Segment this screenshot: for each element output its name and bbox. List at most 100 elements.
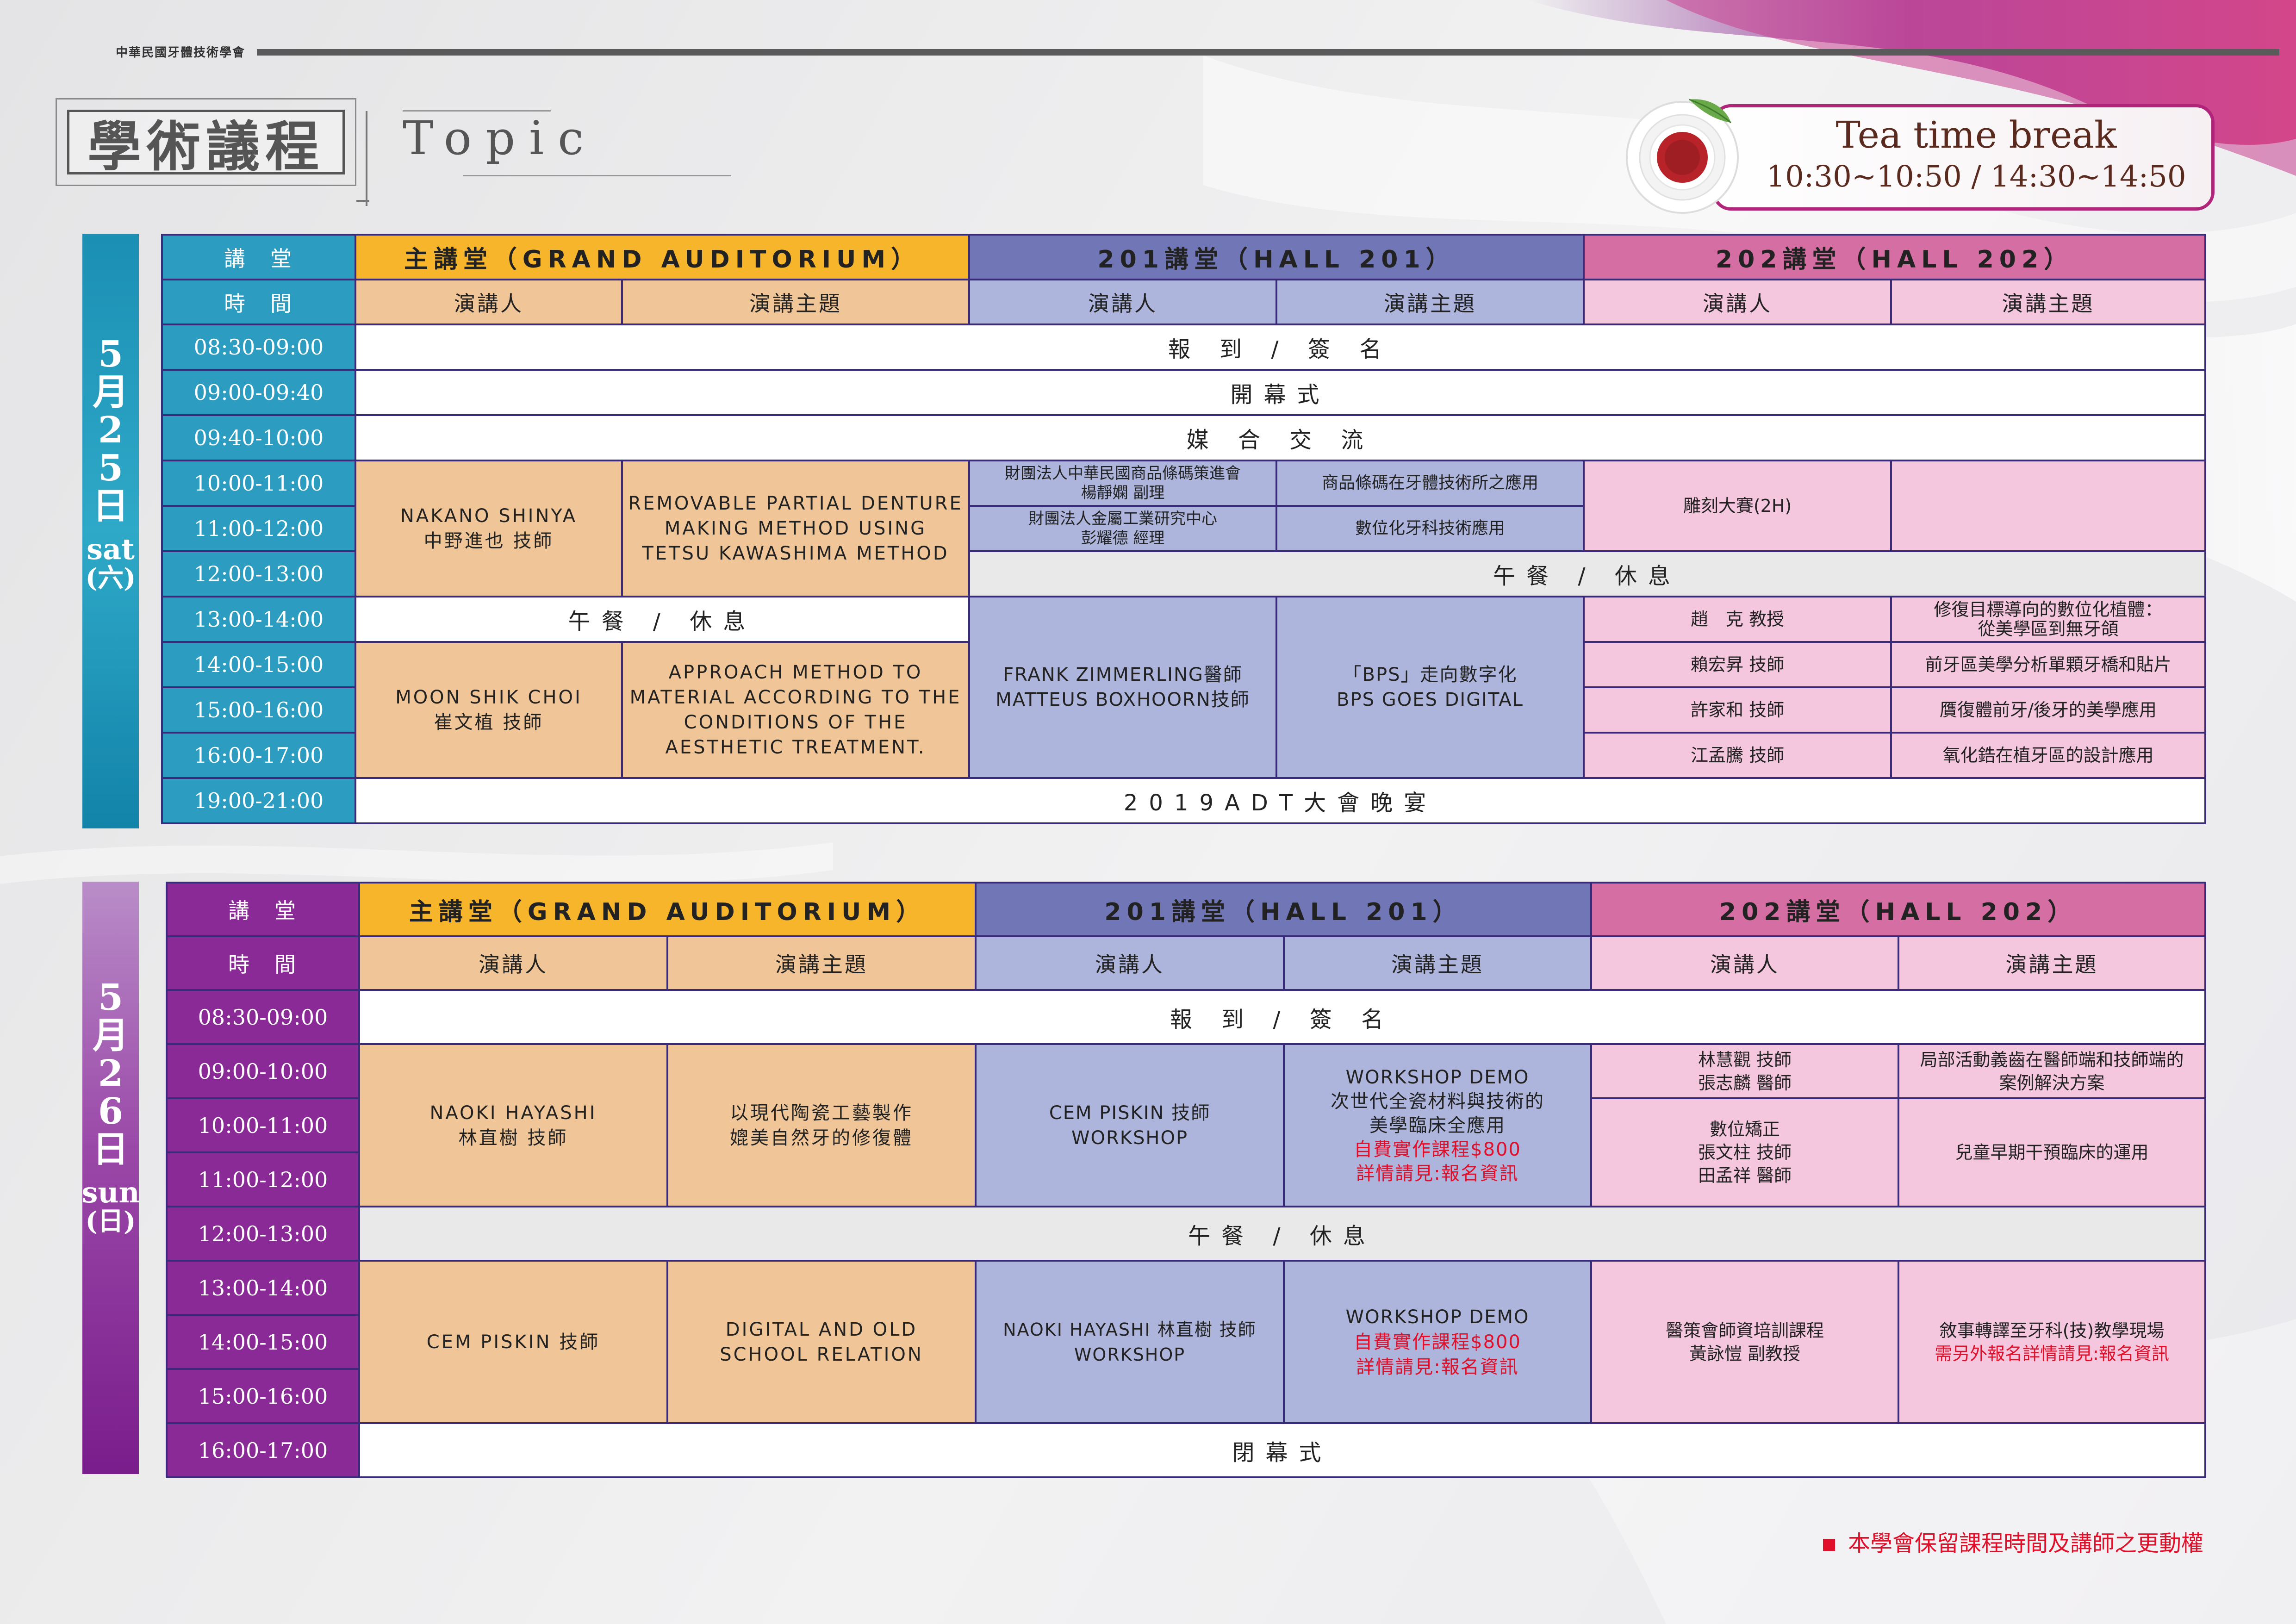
speaker-name: 楊靜嫻 副理 — [1081, 484, 1165, 502]
date-char: 月 — [92, 371, 129, 413]
session-topic — [1890, 460, 2207, 552]
hall-header-grand: 主講堂（GRAND AUDITORIUM） — [358, 882, 977, 937]
time-slot: 13:00-14:00 — [166, 1260, 360, 1316]
session-speaker: NAKANO SHINYA 中野進也 技師 — [355, 460, 623, 597]
topic-line: 局部活動義齒在醫師端和技師端的 — [1920, 1049, 2184, 1070]
lunch-break: 午餐 / 休息 — [968, 550, 2207, 597]
topic-line: APPROACH METHOD TO — [668, 662, 923, 683]
day1-date-bar: 5 月 2 5 日 sat (六) — [82, 234, 139, 828]
session-speaker: 賴宏昇 技師 — [1583, 641, 1892, 688]
time-slot: 10:00-11:00 — [161, 460, 356, 507]
session-topic: 修復目標導向的數位化植體： 從美學區到無牙頜 — [1890, 596, 2207, 643]
column-topic: 演講主題 — [621, 279, 971, 325]
column-topic: 演講主題 — [1898, 935, 2207, 991]
tea-cup-icon — [1626, 99, 1739, 214]
hall-header-201: 201講堂（HALL 201） — [968, 234, 1585, 280]
opening-ceremony-row: 開幕式 — [354, 369, 2207, 416]
speaker-name: 林慧觀 技師 — [1698, 1049, 1792, 1070]
column-speaker: 演講人 — [1583, 279, 1892, 325]
topic-line: MAKING METHOD USING — [664, 518, 927, 539]
session-speaker: NAOKI HAYASHI 林直樹 技師 — [358, 1043, 668, 1207]
speaker-name: MATTEUS BOXHOORN技師 — [996, 689, 1250, 710]
topic-line: CONDITIONS OF THE — [684, 712, 908, 733]
topic-line: AESTHETIC TREATMENT. — [665, 737, 926, 758]
date-char: 日 — [92, 1128, 129, 1170]
topic-line: DIGITAL AND OLD — [725, 1319, 918, 1340]
speaker-name: MOON SHIK CHOI — [395, 687, 582, 708]
organization-name: 中華民國牙體技術學會 — [116, 46, 246, 60]
column-speaker: 演講人 — [355, 279, 623, 325]
session-topic: 商品條碼在牙體技術所之應用 — [1276, 460, 1585, 507]
speaker-name: 田孟祥 醫師 — [1698, 1165, 1792, 1186]
registration-note: 詳情請見:報名資訊 — [1356, 1163, 1519, 1184]
topic-line: 「BPS」走向數字化 — [1343, 664, 1518, 685]
session-speaker: CEM PISKIN 技師 — [358, 1260, 668, 1424]
closing-ceremony-row: 閉幕式 — [358, 1422, 2207, 1478]
topic-line: MATERIAL ACCORDING TO THE — [629, 687, 962, 708]
time-label: 時 間 — [161, 279, 356, 325]
session-speaker: 數位矯正 張文柱 技師 田孟祥 醫師 — [1590, 1097, 1900, 1207]
weekday-en: sun — [81, 1176, 140, 1209]
weekday-en: sat — [87, 532, 135, 566]
speaker-name: 醫策會師資培訓課程 — [1666, 1320, 1824, 1341]
topic-line: 以現代陶瓷工藝製作 — [730, 1102, 913, 1124]
topic-line: 美學臨床全應用 — [1369, 1114, 1506, 1136]
lunch-break: 午餐 / 休息 — [358, 1206, 2207, 1262]
speaker-name: WORKSHOP — [1071, 1127, 1188, 1149]
session-speaker: MOON SHIK CHOI 崔文植 技師 — [355, 641, 623, 779]
column-speaker: 演講人 — [1590, 935, 1900, 991]
time-slot: 13:00-14:00 — [161, 596, 356, 643]
networking-row: 媒 合 交 流 — [354, 414, 2207, 461]
speaker-name: 彭耀德 經理 — [1081, 529, 1165, 548]
session-topic: 「BPS」走向數字化 BPS GOES DIGITAL — [1276, 596, 1585, 779]
weekday-zh: (日) — [85, 1206, 136, 1237]
session-topic: 氧化鋯在植牙區的設計應用 — [1890, 732, 2207, 779]
footer-note-text: 本學會保留課程時間及講師之更動權 — [1848, 1531, 2203, 1556]
time-slot: 14:00-15:00 — [161, 641, 356, 688]
registration-note: 需另外報名詳情請見:報名資訊 — [1935, 1343, 2169, 1364]
hall-header-grand: 主講堂（GRAND AUDITORIUM） — [354, 234, 971, 280]
speaker-name: WORKSHOP — [1074, 1344, 1186, 1365]
session-topic: APPROACH METHOD TO MATERIAL ACCORDING TO… — [621, 641, 971, 779]
hall-header-201: 201講堂（HALL 201） — [975, 882, 1593, 937]
header-divider — [257, 49, 2279, 56]
session-speaker: 醫策會師資培訓課程 黃詠愷 副教授 — [1590, 1260, 1900, 1424]
session-topic: 數位化牙科技術應用 — [1276, 505, 1585, 552]
hall-header-202: 202講堂（HALL 202） — [1590, 882, 2207, 937]
session-topic: WORKSHOP DEMO 自費實作課程$800 詳情請見:報名資訊 — [1283, 1260, 1593, 1424]
time-slot: 12:00-13:00 — [166, 1206, 360, 1262]
topic-line: BPS GOES DIGITAL — [1337, 689, 1524, 710]
time-slot: 16:00-17:00 — [161, 732, 356, 779]
red-square-icon — [1823, 1539, 1835, 1551]
weekday-zh: (六) — [85, 563, 136, 593]
lunch-break: 午餐 / 休息 — [354, 596, 971, 643]
topic-label: Topic — [403, 111, 598, 165]
topic-line: SCHOOL RELATION — [720, 1344, 923, 1365]
topic-line: REMOVABLE PARTIAL DENTURE — [628, 493, 963, 514]
topic-line: TETSU KAWASHIMA METHOD — [642, 543, 949, 564]
session-speaker: 許家和 技師 — [1583, 686, 1892, 734]
session-speaker: 財團法人金屬工業研究中心 彭耀德 經理 — [968, 505, 1278, 552]
registration-row: 報 到 / 簽 名 — [354, 324, 2207, 371]
session-topic: 局部活動義齒在醫師端和技師端的 案例解決方案 — [1898, 1043, 2207, 1099]
topic-line: 修復目標導向的數位化植體： — [1934, 599, 2163, 620]
speaker-name: 崔文植 技師 — [434, 712, 544, 733]
time-slot: 11:00-12:00 — [161, 505, 356, 552]
time-slot: 09:00-10:00 — [166, 1043, 360, 1099]
speaker-name: NAKANO SHINYA — [400, 505, 578, 527]
session-topic: WORKSHOP DEMO 次世代全瓷材料與技術的 美學臨床全應用 自費實作課程… — [1283, 1043, 1593, 1207]
speaker-name: 數位矯正 — [1710, 1119, 1780, 1139]
hall-label: 講 堂 — [166, 882, 360, 937]
date-char: 5 — [98, 447, 124, 489]
time-slot: 14:00-15:00 — [166, 1314, 360, 1370]
time-slot: 09:40-10:00 — [161, 414, 356, 461]
column-speaker: 演講人 — [358, 935, 668, 991]
time-slot: 16:00-17:00 — [166, 1422, 360, 1478]
speaker-name: 中野進也 技師 — [423, 530, 554, 552]
date-char: 5 — [98, 333, 124, 375]
column-speaker: 演講人 — [968, 279, 1278, 325]
time-slot: 08:30-09:00 — [161, 324, 356, 371]
session-topic: 敘事轉譯至牙科(技)教學現場 需另外報名詳情請見:報名資訊 — [1898, 1260, 2207, 1424]
time-slot: 12:00-13:00 — [161, 550, 356, 597]
speaker-name: NAOKI HAYASHI — [429, 1102, 597, 1124]
